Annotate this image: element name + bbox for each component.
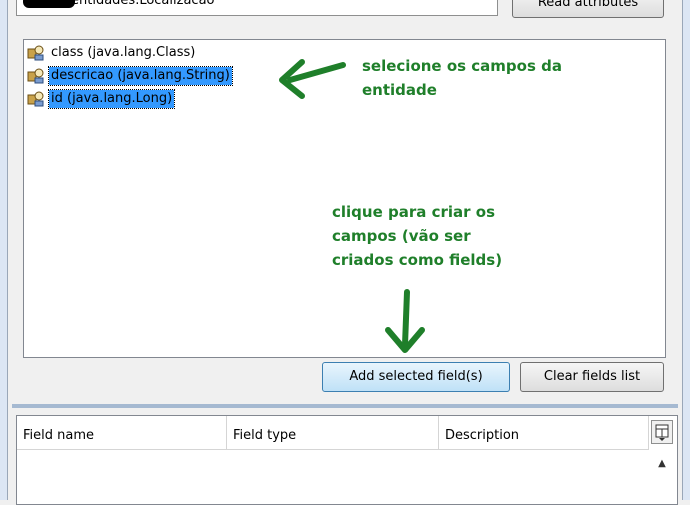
column-header-field-type[interactable]: Field type [227, 416, 439, 449]
annotation-line: clique para criar os [332, 203, 495, 221]
column-chooser-icon [655, 424, 669, 441]
annotation-line: criados como fields) [332, 251, 503, 269]
list-item[interactable]: class (java.lang.Class) [27, 43, 197, 63]
class-name-input[interactable]: entidades.Localizacao [16, 0, 498, 16]
column-header-field-name[interactable]: Field name [17, 416, 227, 449]
annotation-click-to-create: clique para criar os campos (vão ser cri… [332, 200, 532, 272]
window-frame-left [0, 0, 8, 500]
class-name-value: entidades.Localizacao [71, 0, 215, 8]
column-chooser-button[interactable] [651, 420, 673, 444]
attribute-label: class (java.lang.Class) [51, 45, 196, 60]
annotation-line: selecione os campos da [362, 57, 562, 75]
scroll-up-arrow-icon[interactable]: ▲ [651, 454, 673, 474]
list-item[interactable]: id (java.lang.Long) [27, 89, 176, 109]
list-item[interactable]: descricao (java.lang.String) [27, 66, 233, 86]
bean-property-icon [27, 68, 44, 84]
bean-property-icon [27, 45, 44, 61]
add-selected-fields-button[interactable]: Add selected field(s) [322, 362, 510, 392]
fields-table[interactable]: Field name Field type Description ▲ [16, 415, 678, 505]
attribute-label: id (java.lang.Long) [47, 89, 176, 109]
attribute-label: descricao (java.lang.String) [48, 66, 233, 86]
splitter[interactable] [12, 404, 678, 408]
annotation-line: campos (vão ser [332, 227, 471, 245]
annotation-line: entidade [362, 81, 437, 99]
redacted-text [23, 0, 75, 8]
annotation-select-fields: selecione os campos da entidade [362, 54, 612, 102]
table-header: Field name Field type Description [17, 416, 649, 450]
read-attributes-button[interactable]: Read attributes [512, 0, 664, 18]
bean-property-icon [27, 91, 44, 107]
window-frame-right [682, 0, 690, 500]
clear-fields-list-button[interactable]: Clear fields list [520, 362, 664, 392]
column-header-description[interactable]: Description [439, 416, 649, 449]
